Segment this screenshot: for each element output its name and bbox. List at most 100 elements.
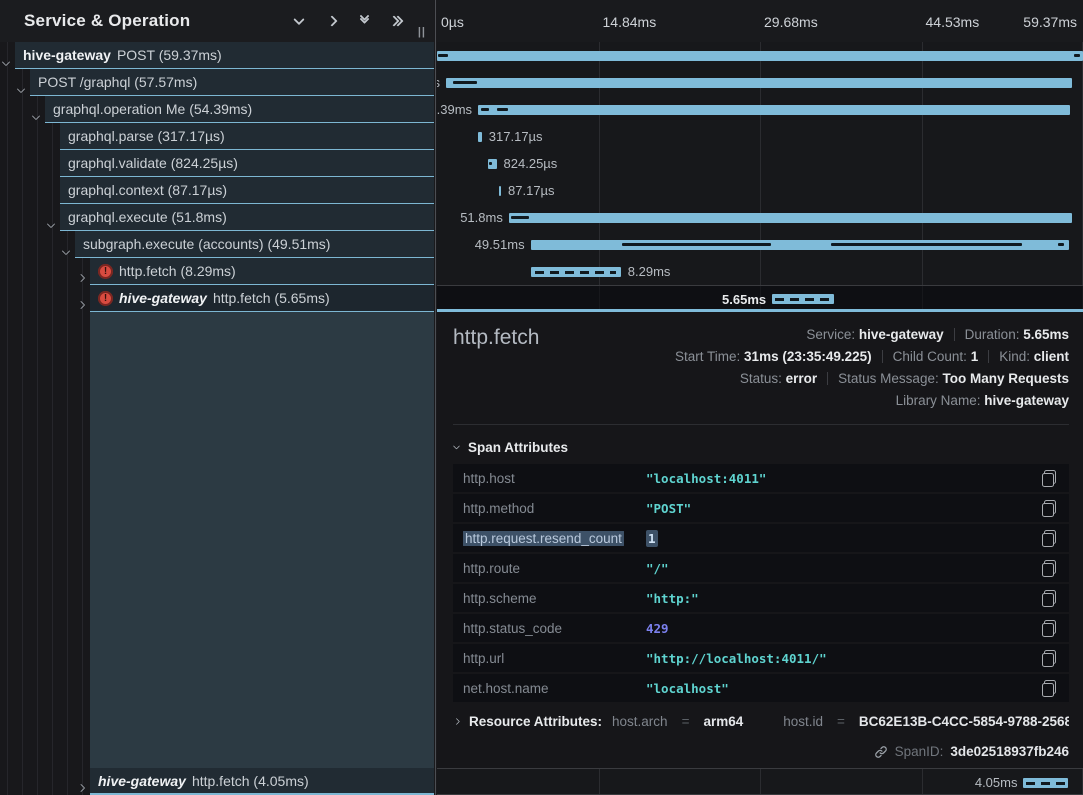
span-attributes-section-header[interactable]: Span Attributes: [454, 440, 1083, 455]
tree-row-box[interactable]: graphql.context (87.17µs): [60, 177, 434, 204]
tree-row[interactable]: http.fetch (8.29ms): [0, 258, 434, 285]
timeline-row: 8.29ms: [437, 258, 1083, 285]
tree-row[interactable]: hive-gatewayPOST (59.37ms): [0, 42, 434, 69]
tree-row-box[interactable]: http.fetch (8.29ms): [90, 258, 434, 285]
attribute-key: http.request.resend_count: [463, 531, 646, 546]
attribute-row: http.url"http://localhost:4011/": [453, 644, 1069, 672]
chevron-right-icon[interactable]: [78, 295, 84, 313]
tree-row[interactable]: graphql.parse (317.17µs): [0, 123, 434, 150]
tree-row-box[interactable]: hive-gateway http.fetch (5.65ms): [90, 285, 434, 312]
tree-row-operation: http.fetch (8.29ms): [119, 263, 236, 279]
meta-label: Library Name:: [896, 393, 985, 408]
tree-row[interactable]: graphql.context (87.17µs): [0, 177, 434, 204]
tree-row-box[interactable]: hive-gatewayPOST (59.37ms): [15, 42, 434, 69]
resource-attributes-row[interactable]: Resource Attributes: host.arch=arm64host…: [454, 714, 1069, 729]
tree-row-box[interactable]: subgraph.execute (accounts) (49.51ms): [75, 231, 434, 258]
tree-row-service: hive-gateway: [119, 290, 207, 306]
span-duration-bar[interactable]: [478, 132, 481, 142]
span-attributes-title: Span Attributes: [468, 440, 568, 455]
attribute-value: 1: [646, 531, 658, 546]
span-duration-bar[interactable]: [499, 186, 501, 196]
meta-value: client: [1034, 349, 1069, 364]
copy-icon[interactable]: [1041, 590, 1057, 607]
chevron-down-icon[interactable]: [18, 79, 24, 97]
attribute-key: http.url: [463, 651, 646, 666]
tree-row[interactable]: graphql.validate (824.25µs): [0, 150, 434, 177]
copy-icon[interactable]: [1041, 560, 1057, 577]
attribute-value: "http:": [646, 591, 699, 606]
copy-icon[interactable]: [1041, 470, 1057, 487]
chevron-right-icon: [454, 718, 460, 725]
meta-value: 5.65ms: [1023, 327, 1069, 342]
tree-row-operation: graphql.execute (51.8ms): [68, 209, 227, 225]
copy-icon[interactable]: [1041, 620, 1057, 637]
span-duration-label: 824.25µs: [504, 156, 558, 171]
chevron-down-icon[interactable]: [48, 214, 54, 232]
tree-row[interactable]: hive-gateway http.fetch (5.65ms): [0, 285, 434, 312]
timeline-row: [437, 42, 1083, 69]
tree-row-box[interactable]: graphql.execute (51.8ms): [60, 204, 434, 231]
span-duration-bar[interactable]: [509, 213, 1073, 223]
tree-row-box[interactable]: graphql.operation Me (54.39ms): [45, 96, 434, 123]
child-span-mark: [622, 243, 771, 246]
chevron-down-icon[interactable]: [33, 106, 39, 124]
timeline-row: 4.05ms: [437, 769, 1083, 795]
attribute-value: "POST": [646, 501, 691, 516]
resource-value: BC62E13B-C4CC-5854-9788-2568…: [859, 714, 1069, 729]
span-duration-bar[interactable]: [446, 78, 1072, 88]
copy-icon[interactable]: [1041, 650, 1057, 667]
meta-label: Service:: [806, 327, 859, 342]
attribute-key: http.scheme: [463, 591, 646, 606]
timeline-row: 51.8ms: [437, 204, 1083, 231]
copy-icon[interactable]: [1041, 680, 1057, 697]
panel-resize-handle[interactable]: ||: [414, 26, 428, 42]
tree-row[interactable]: hive-gatewayhttp.fetch (4.05ms): [0, 768, 434, 795]
expand-one-icon[interactable]: [322, 11, 342, 31]
timeline-panel: 0µs14.84ms29.68ms44.53ms59.37ms 57.57ms5…: [437, 0, 1083, 795]
meta-value: 31ms (23:35:49.225): [744, 349, 872, 364]
panel-divider[interactable]: [434, 0, 437, 795]
resource-attributes-title: Resource Attributes:: [469, 714, 602, 729]
ruler-tick-label: 29.68ms: [764, 14, 818, 30]
attribute-row: http.host"localhost:4011": [453, 464, 1069, 492]
tree-row-box[interactable]: POST /graphql (57.57ms): [30, 69, 434, 96]
span-duration-bar[interactable]: [1023, 778, 1067, 788]
tree-row[interactable]: POST /graphql (57.57ms): [0, 69, 434, 96]
tree-row-operation: http.fetch (5.65ms): [213, 290, 330, 306]
timeline-bottom-row: 4.05ms: [437, 768, 1083, 795]
chevron-down-icon[interactable]: [63, 241, 69, 259]
copy-icon[interactable]: [1041, 500, 1057, 517]
tree-row[interactable]: subgraph.execute (accounts) (49.51ms): [0, 231, 434, 258]
copy-icon[interactable]: [1041, 530, 1057, 547]
span-duration-bar[interactable]: [488, 159, 497, 169]
link-icon[interactable]: [874, 745, 888, 759]
span-duration-label: 49.51ms: [475, 237, 525, 252]
span-duration-bar[interactable]: [531, 267, 621, 277]
tree-row[interactable]: graphql.operation Me (54.39ms): [0, 96, 434, 123]
span-duration-bar[interactable]: [437, 51, 1083, 61]
tree-row-box[interactable]: graphql.parse (317.17µs): [60, 123, 434, 150]
span-tree-rows: hive-gatewayPOST (59.37ms)POST /graphql …: [0, 42, 434, 312]
tree-row-box[interactable]: hive-gatewayhttp.fetch (4.05ms): [90, 768, 434, 795]
expand-all-icon[interactable]: [388, 11, 408, 31]
detail-meta-line: Service: hive-gatewayDuration: 5.65ms: [607, 324, 1069, 346]
span-duration-bar[interactable]: [772, 294, 833, 304]
tree-row[interactable]: graphql.execute (51.8ms): [0, 204, 434, 231]
span-duration-bar[interactable]: [531, 240, 1070, 250]
chevron-right-icon[interactable]: [78, 778, 84, 795]
collapse-all-icon[interactable]: [355, 11, 375, 31]
chevron-down-icon[interactable]: [3, 52, 9, 70]
timeline-row: 49.51ms: [437, 231, 1083, 258]
attribute-row: http.scheme"http:": [453, 584, 1069, 612]
resource-equals: =: [833, 714, 849, 729]
child-span-mark: [831, 243, 1022, 246]
chevron-right-icon[interactable]: [78, 268, 84, 286]
span-tree-bottom-row: hive-gatewayhttp.fetch (4.05ms): [0, 768, 434, 795]
tree-row-box[interactable]: graphql.validate (824.25µs): [60, 150, 434, 177]
meta-value: hive-gateway: [984, 393, 1069, 408]
meta-separator: [954, 328, 955, 341]
collapse-one-icon[interactable]: [289, 11, 309, 31]
span-duration-bar[interactable]: [478, 105, 1070, 115]
tree-row-operation: subgraph.execute (accounts) (49.51ms): [83, 236, 330, 252]
meta-label: Status:: [740, 371, 786, 386]
